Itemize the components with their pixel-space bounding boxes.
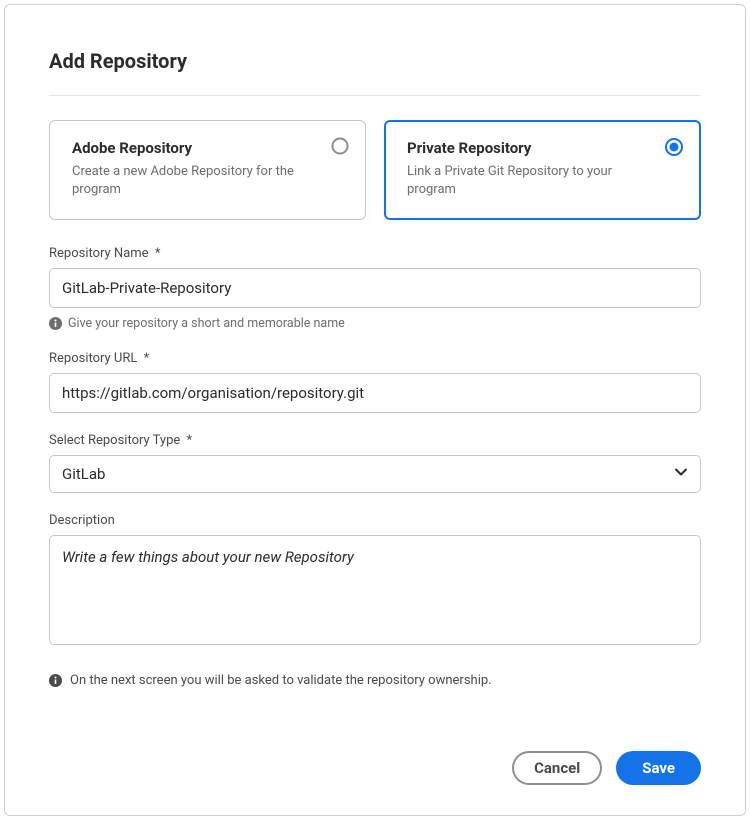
private-repository-option[interactable]: Private Repository Link a Private Git Re… [384, 120, 701, 220]
option-title: Private Repository [407, 139, 650, 157]
add-repository-dialog: Add Repository Adobe Repository Create a… [4, 4, 746, 816]
repository-name-group: Repository Name * Give your repository a… [49, 246, 701, 331]
repository-type-label: Select Repository Type * [49, 433, 701, 448]
description-group: Description [49, 513, 701, 649]
repository-name-input[interactable] [49, 268, 701, 308]
repository-type-select[interactable]: GitLab [49, 455, 701, 493]
repository-type-group: Select Repository Type * GitLab [49, 433, 701, 493]
repository-type-options: Adobe Repository Create a new Adobe Repo… [49, 120, 701, 220]
dialog-title: Add Repository [49, 49, 701, 73]
save-button[interactable]: Save [616, 751, 701, 785]
description-label: Description [49, 513, 701, 528]
info-icon [49, 317, 62, 330]
chevron-down-icon [674, 465, 688, 483]
info-icon [49, 674, 62, 687]
repository-url-input[interactable] [49, 373, 701, 413]
description-textarea[interactable] [49, 535, 701, 645]
repository-name-label: Repository Name * [49, 246, 701, 261]
repository-name-hint: Give your repository a short and memorab… [49, 316, 701, 331]
select-value: GitLab [50, 456, 700, 492]
radio-unselected-icon [331, 137, 349, 155]
cancel-button[interactable]: Cancel [512, 751, 602, 785]
option-description: Link a Private Git Repository to your pr… [407, 163, 650, 199]
repository-url-group: Repository URL * [49, 351, 701, 413]
repository-url-label: Repository URL * [49, 351, 701, 366]
adobe-repository-option[interactable]: Adobe Repository Create a new Adobe Repo… [49, 120, 366, 220]
option-title: Adobe Repository [72, 139, 315, 157]
divider [49, 95, 701, 96]
dialog-footer: Cancel Save [49, 751, 701, 785]
validation-note: On the next screen you will be asked to … [49, 673, 701, 688]
option-description: Create a new Adobe Repository for the pr… [72, 163, 315, 199]
radio-selected-icon [665, 138, 683, 156]
